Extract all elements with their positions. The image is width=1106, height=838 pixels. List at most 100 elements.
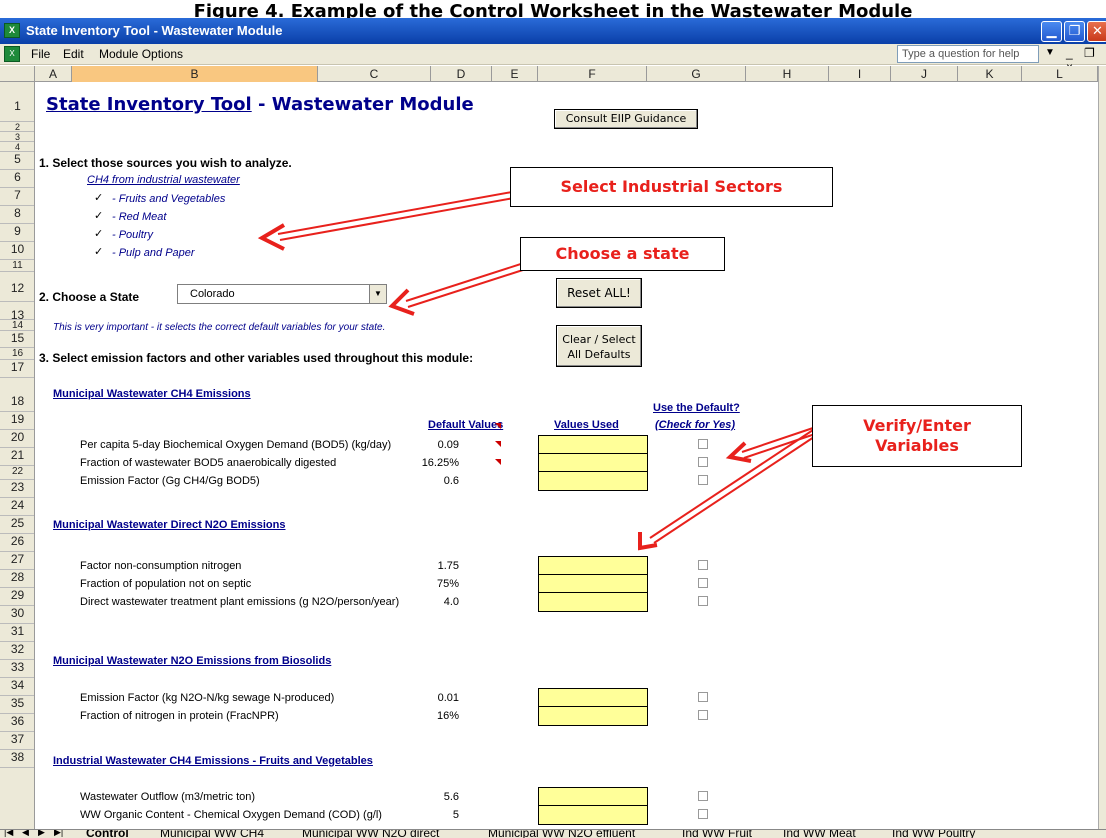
minimize-button[interactable]: ▁ <box>1041 21 1062 42</box>
row-header[interactable]: 6 <box>0 170 34 188</box>
menu-module-options[interactable]: Module Options <box>99 47 183 61</box>
row-header[interactable]: 14 <box>0 320 34 331</box>
help-dropdown-icon[interactable]: ▼ <box>1045 47 1055 58</box>
row-header[interactable]: 36 <box>0 714 34 732</box>
use-default-checkbox[interactable] <box>698 439 708 449</box>
column-header[interactable]: C <box>318 66 431 82</box>
workbook-icon[interactable]: X <box>4 46 20 62</box>
column-header[interactable]: A <box>35 66 72 82</box>
row-header[interactable]: 11 <box>0 260 34 272</box>
column-header[interactable]: H <box>746 66 829 82</box>
row-header[interactable]: 8 <box>0 206 34 224</box>
row-header[interactable]: 19 <box>0 412 34 430</box>
row-header[interactable]: 21 <box>0 448 34 466</box>
pulp-paper-checkbox[interactable]: ✓ <box>94 245 103 258</box>
value-used-input[interactable] <box>538 592 648 612</box>
row-header[interactable]: 2 <box>0 122 34 132</box>
row-header[interactable]: 16 <box>0 348 34 360</box>
next-sheet-icon[interactable]: ▶ <box>38 830 45 838</box>
help-search-input[interactable]: Type a question for help <box>897 45 1039 63</box>
use-default-checkbox[interactable] <box>698 578 708 588</box>
tab-municipal-ww-ch4[interactable]: Municipal WW CH4 <box>160 830 264 838</box>
clear-select-defaults-button[interactable]: Clear / Select All Defaults <box>556 325 642 367</box>
row-header[interactable]: 15 <box>0 331 34 348</box>
row-header[interactable]: 37 <box>0 732 34 750</box>
row-header[interactable]: 25 <box>0 516 34 534</box>
use-default-checkbox[interactable] <box>698 475 708 485</box>
row-header[interactable]: 20 <box>0 430 34 448</box>
row-header[interactable]: 4 <box>0 142 34 152</box>
poultry-checkbox[interactable]: ✓ <box>94 227 103 240</box>
column-header[interactable]: E <box>492 66 538 82</box>
row-header[interactable]: 9 <box>0 224 34 242</box>
row-header[interactable]: 24 <box>0 498 34 516</box>
row-header[interactable]: 32 <box>0 642 34 660</box>
row-header[interactable]: 5 <box>0 152 34 170</box>
tab-control[interactable]: Control <box>86 830 129 838</box>
use-default-checkbox[interactable] <box>698 692 708 702</box>
value-used-input[interactable] <box>538 574 648 594</box>
row-header[interactable]: 12 <box>0 272 34 302</box>
red-meat-checkbox[interactable]: ✓ <box>94 209 103 222</box>
state-select[interactable]: Colorado ▼ <box>177 284 387 304</box>
row-header[interactable]: 34 <box>0 678 34 696</box>
value-used-input[interactable] <box>538 787 648 807</box>
row-header[interactable]: 7 <box>0 188 34 206</box>
row-header[interactable]: 22 <box>0 466 34 480</box>
consult-eiip-guidance-button[interactable]: Consult EIIP Guidance <box>554 109 698 129</box>
last-sheet-icon[interactable]: ▶| <box>54 830 63 838</box>
tab-ind-ww-fruit[interactable]: Ind WW Fruit <box>682 830 752 838</box>
tab-ind-ww-poultry[interactable]: Ind WW Poultry <box>892 830 975 838</box>
column-header[interactable]: J <box>891 66 958 82</box>
column-header[interactable]: B <box>72 66 318 82</box>
row-header[interactable]: 1 <box>0 82 34 122</box>
use-default-checkbox[interactable] <box>698 809 708 819</box>
row-header[interactable]: 10 <box>0 242 34 260</box>
first-sheet-icon[interactable]: |◀ <box>4 830 13 838</box>
fruits-checkbox[interactable]: ✓ <box>94 191 103 204</box>
row-header[interactable]: 33 <box>0 660 34 678</box>
value-used-input[interactable] <box>538 688 648 708</box>
close-button[interactable]: ✕ <box>1087 21 1106 42</box>
maximize-button[interactable]: ❐ <box>1064 21 1085 42</box>
column-header[interactable]: G <box>647 66 746 82</box>
row-header[interactable]: 27 <box>0 552 34 570</box>
value-used-input[interactable] <box>538 706 648 726</box>
value-used-input[interactable] <box>538 453 648 473</box>
select-all-corner[interactable] <box>0 66 35 82</box>
tab-ind-ww-meat[interactable]: Ind WW Meat <box>783 830 856 838</box>
reset-all-button[interactable]: Reset ALL! <box>556 278 642 308</box>
row-header[interactable]: 18 <box>0 378 34 412</box>
value-used-input[interactable] <box>538 805 648 825</box>
use-default-checkbox[interactable] <box>698 710 708 720</box>
use-default-checkbox[interactable] <box>698 596 708 606</box>
value-used-input[interactable] <box>538 556 648 576</box>
tab-municipal-ww-n2o-direct[interactable]: Municipal WW N2O direct <box>302 830 439 838</box>
value-used-input[interactable] <box>538 435 648 455</box>
row-header[interactable]: 23 <box>0 480 34 498</box>
use-default-checkbox[interactable] <box>698 560 708 570</box>
column-header[interactable]: D <box>431 66 492 82</box>
prev-sheet-icon[interactable]: ◀ <box>22 830 29 838</box>
use-default-checkbox[interactable] <box>698 457 708 467</box>
row-header[interactable]: 26 <box>0 534 34 552</box>
row-header[interactable]: 29 <box>0 588 34 606</box>
column-header[interactable]: L <box>1022 66 1098 82</box>
use-default-checkbox[interactable] <box>698 791 708 801</box>
row-header[interactable]: 31 <box>0 624 34 642</box>
row-header[interactable]: 35 <box>0 696 34 714</box>
menu-edit[interactable]: Edit <box>63 47 84 61</box>
menu-file[interactable]: File <box>31 47 50 61</box>
row-header[interactable]: 13 <box>0 302 34 321</box>
chevron-down-icon[interactable]: ▼ <box>369 285 386 303</box>
row-header[interactable]: 17 <box>0 360 34 378</box>
row-header[interactable]: 30 <box>0 606 34 624</box>
column-header[interactable]: I <box>829 66 891 82</box>
column-header[interactable]: K <box>958 66 1022 82</box>
tab-municipal-ww-n2o-effluent[interactable]: Municipal WW N2O effluent <box>488 830 635 838</box>
value-used-input[interactable] <box>538 471 648 491</box>
row-header[interactable]: 28 <box>0 570 34 588</box>
row-header[interactable]: 3 <box>0 132 34 142</box>
row-header[interactable]: 38 <box>0 750 34 768</box>
column-header[interactable]: F <box>538 66 647 82</box>
